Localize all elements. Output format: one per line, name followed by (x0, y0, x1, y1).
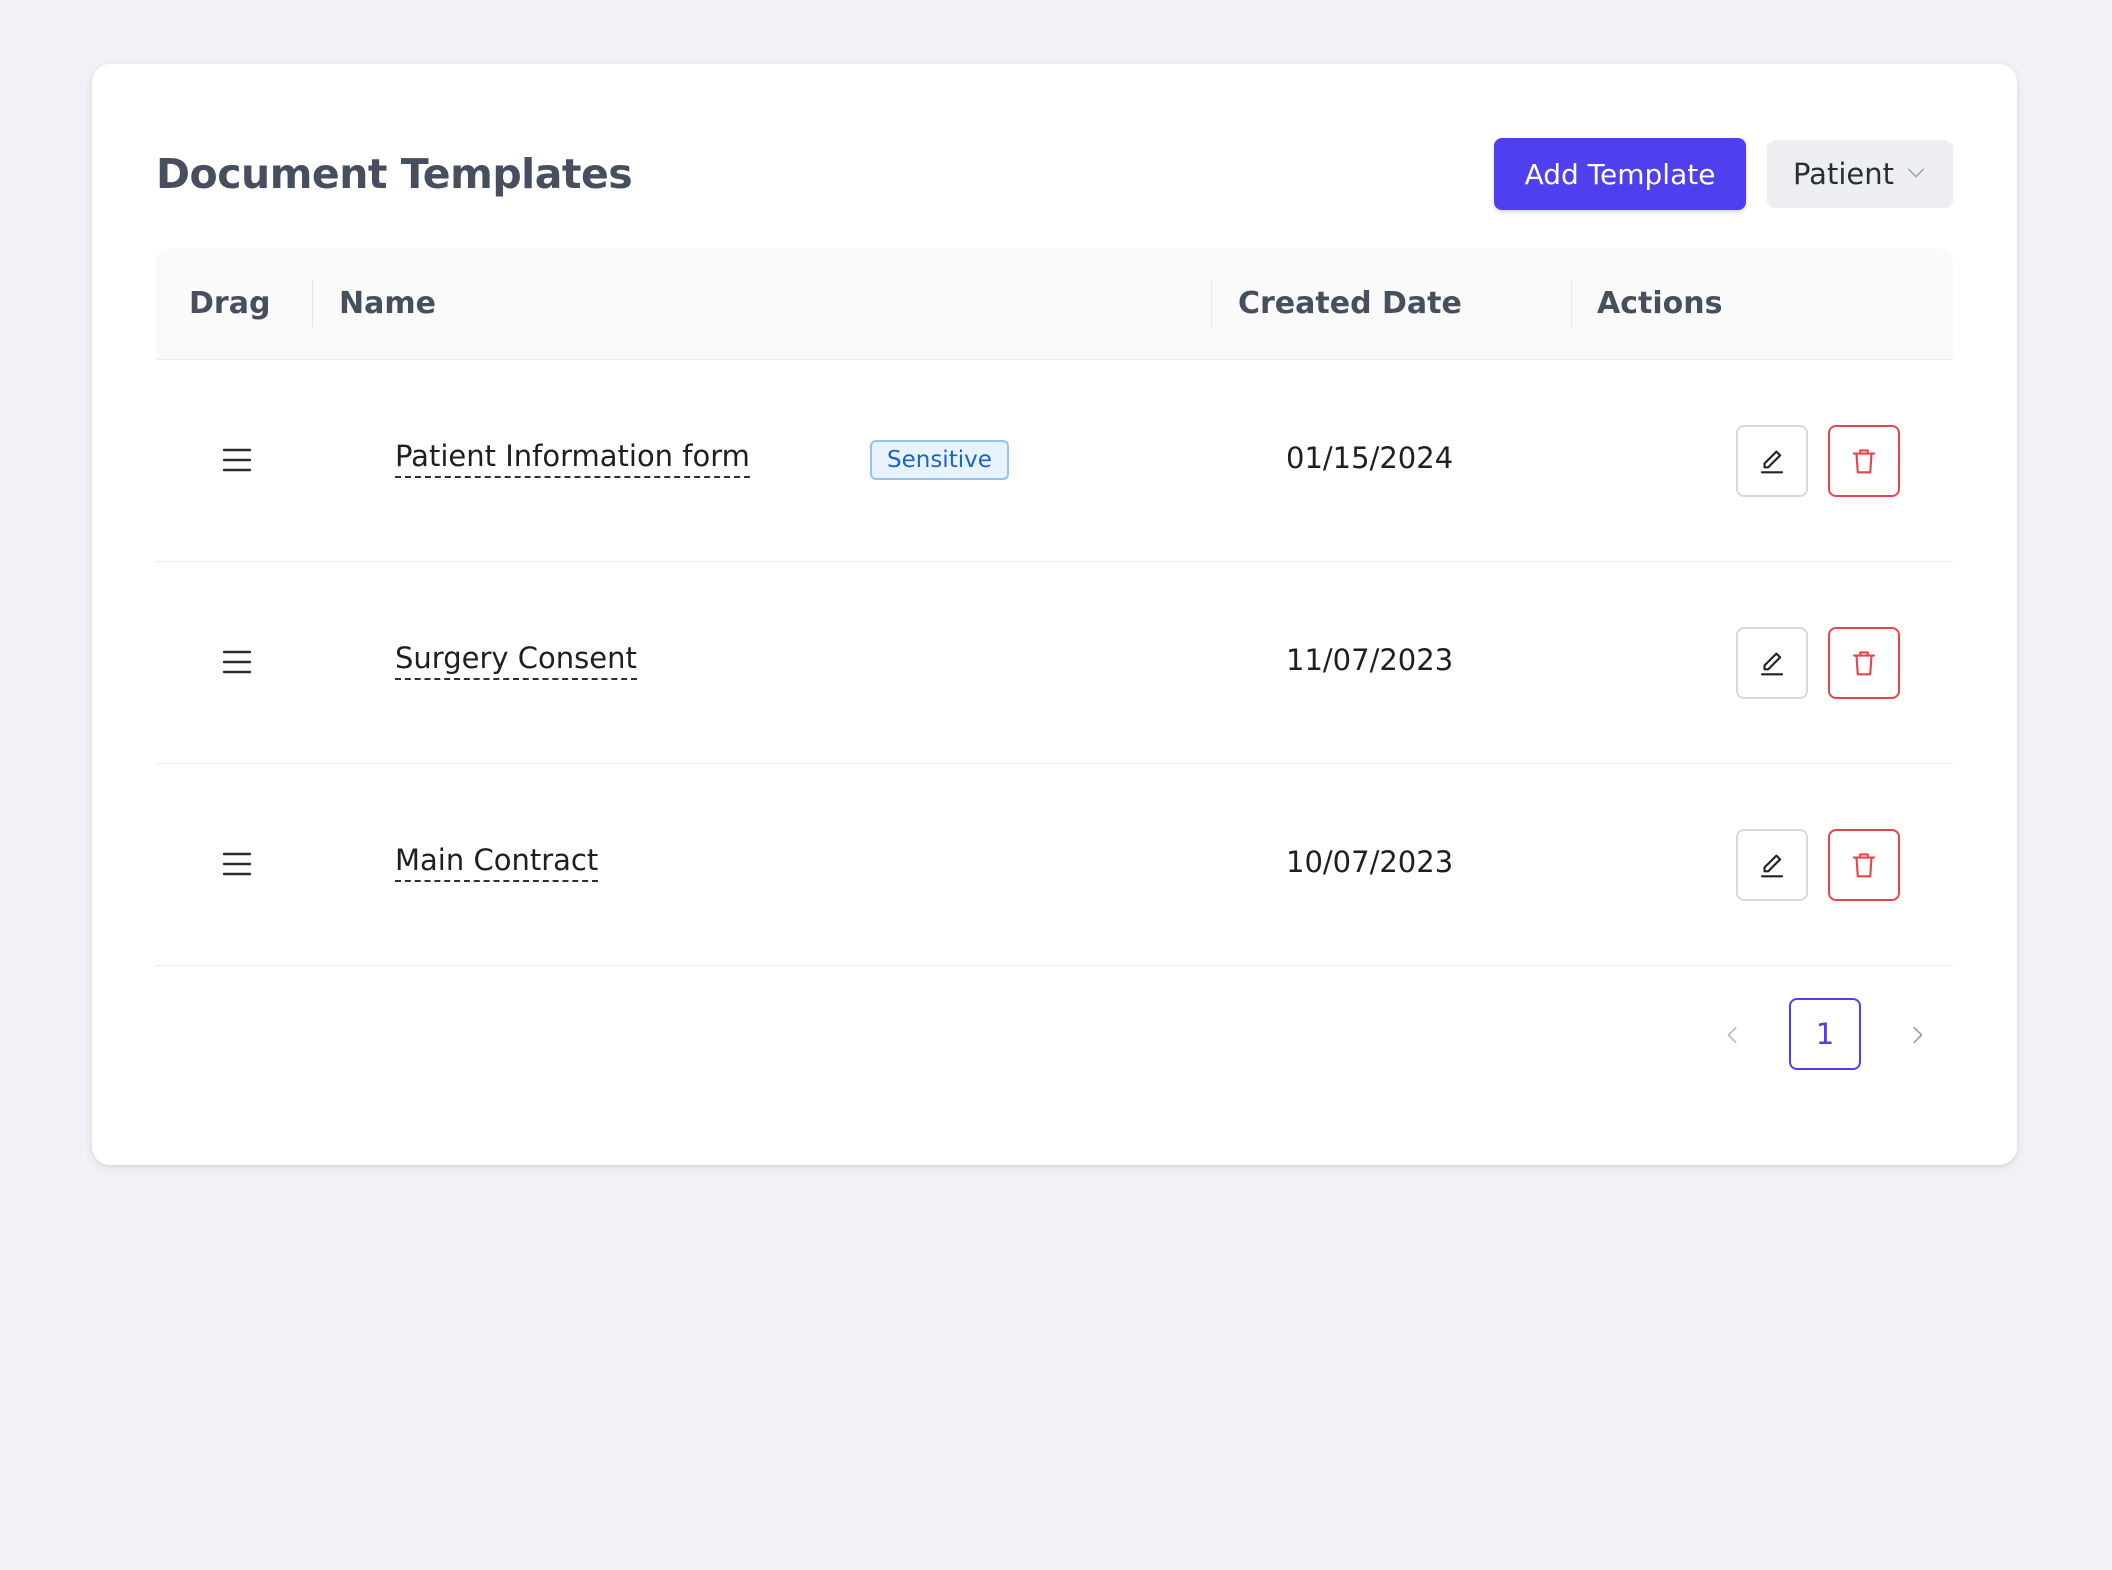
trash-icon (1852, 651, 1876, 676)
table-row: Patient Information form Sensitive 01/15… (156, 360, 1953, 562)
template-name-link[interactable]: Surgery Consent (395, 640, 637, 681)
column-header-name: Name (339, 286, 436, 321)
add-template-button[interactable]: Add Template (1494, 138, 1746, 210)
column-header-created-date: Created Date (1238, 286, 1462, 321)
table-row: Surgery Consent 11/07/2023 (156, 562, 1953, 764)
table-header: Drag Name Created Date Actions (156, 248, 1953, 360)
pagination: 1 (92, 998, 2017, 1072)
select-value: Patient (1793, 157, 1894, 191)
sensitive-badge: Sensitive (870, 440, 1009, 480)
template-type-select[interactable]: Patient (1767, 140, 1953, 208)
edit-button[interactable] (1736, 425, 1808, 497)
next-page-button[interactable] (1887, 998, 1947, 1072)
edit-button[interactable] (1736, 829, 1808, 901)
template-name-link[interactable]: Patient Information form (395, 438, 750, 479)
created-date: 01/15/2024 (1286, 441, 1454, 475)
delete-button[interactable] (1828, 829, 1900, 901)
chevron-right-icon (1913, 1026, 1923, 1044)
column-divider (1571, 280, 1572, 327)
page-title: Document Templates (156, 150, 633, 198)
drag-handle-icon[interactable] (222, 649, 252, 675)
trash-icon (1852, 853, 1876, 878)
templates-card: Document Templates Add Template Patient … (92, 64, 2017, 1165)
templates-table: Drag Name Created Date Actions Patient I… (156, 248, 1953, 966)
drag-handle-icon[interactable] (222, 447, 252, 473)
delete-button[interactable] (1828, 425, 1900, 497)
column-divider (312, 280, 313, 327)
prev-page-button[interactable] (1703, 998, 1763, 1072)
created-date: 11/07/2023 (1286, 643, 1454, 677)
table-row: Main Contract 10/07/2023 (156, 764, 1953, 966)
drag-handle-icon[interactable] (222, 851, 252, 877)
pencil-icon (1760, 854, 1784, 878)
chevron-down-icon (1907, 168, 1925, 178)
column-divider (1211, 280, 1212, 327)
edit-button[interactable] (1736, 627, 1808, 699)
pencil-icon (1760, 652, 1784, 676)
created-date: 10/07/2023 (1286, 845, 1454, 879)
pencil-icon (1760, 450, 1784, 474)
trash-icon (1852, 449, 1876, 474)
column-header-actions: Actions (1597, 286, 1723, 321)
template-name-link[interactable]: Main Contract (395, 842, 599, 883)
chevron-left-icon (1727, 1026, 1737, 1044)
page-number-button[interactable]: 1 (1789, 998, 1861, 1070)
delete-button[interactable] (1828, 627, 1900, 699)
column-header-drag: Drag (189, 286, 271, 321)
